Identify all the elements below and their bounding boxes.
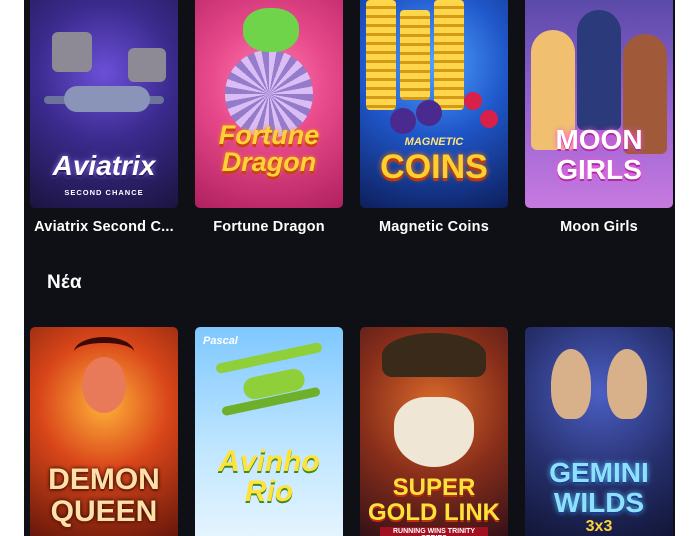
game-thumbnail[interactable]: Pascal Avinho Rio: [195, 327, 343, 536]
games-row-new: DEMON QUEEN Pascal Avinho Rio SUPER GOLD…: [30, 327, 673, 536]
character-icon: [551, 349, 591, 419]
plum-icon: [416, 100, 442, 126]
game-logo: SUPER GOLD LINK: [368, 473, 500, 526]
game-logo: Aviatrix: [52, 150, 156, 181]
game-card-magnetic-coins[interactable]: MAGNETIC COINS Magnetic Coins: [360, 0, 508, 235]
plane-icon: [64, 86, 150, 112]
game-logo-sub: MAGNETIC: [404, 136, 464, 148]
game-logo: DEMON QUEEN: [48, 463, 160, 528]
game-card-fortune-dragon[interactable]: Fortune Dragon Fortune Dragon: [195, 0, 343, 235]
game-logo-sub: 3x3: [585, 518, 613, 535]
character-icon: [394, 397, 474, 467]
game-logo-sub: SECOND CHANCE: [64, 187, 144, 197]
game-logo: MOON GIRLS: [555, 124, 643, 185]
game-thumbnail[interactable]: GEMINI WILDS 3x3: [525, 327, 673, 536]
dragon-icon: [243, 8, 299, 52]
games-row-top: Aviatrix SECOND CHANCE Aviatrix Second C…: [30, 0, 673, 235]
game-title[interactable]: Aviatrix Second C...: [30, 219, 178, 235]
game-logo: COINS: [380, 148, 488, 186]
game-thumbnail[interactable]: Fortune Dragon: [195, 0, 343, 208]
character-icon: [607, 349, 647, 419]
crate-icon: [128, 48, 166, 82]
plum-icon: [390, 108, 416, 134]
game-thumbnail[interactable]: Aviatrix SECOND CHANCE: [30, 0, 178, 208]
game-card-avinho-rio[interactable]: Pascal Avinho Rio: [195, 327, 343, 536]
cherry-icon: [480, 110, 498, 128]
hat-icon: [382, 333, 486, 377]
cherry-icon: [464, 92, 482, 110]
coin-stack-icon: [434, 0, 464, 110]
game-card-super-gold-link[interactable]: SUPER GOLD LINK RUNNING WINS TRINITY SER…: [360, 327, 508, 536]
game-logo: GEMINI WILDS: [549, 457, 649, 518]
game-card-gemini-wilds[interactable]: GEMINI WILDS 3x3: [525, 327, 673, 536]
crate-icon: [52, 32, 92, 72]
game-card-aviatrix[interactable]: Aviatrix SECOND CHANCE Aviatrix Second C…: [30, 0, 178, 235]
game-card-moon-girls[interactable]: MOON GIRLS Moon Girls: [525, 0, 673, 235]
provider-logo: Pascal: [203, 335, 238, 347]
game-logo: Avinho Rio: [218, 445, 320, 508]
game-thumbnail[interactable]: DEMON QUEEN: [30, 327, 178, 536]
game-thumbnail[interactable]: SUPER GOLD LINK RUNNING WINS TRINITY SER…: [360, 327, 508, 536]
game-title[interactable]: Moon Girls: [525, 219, 673, 235]
game-logo-sub: RUNNING WINS TRINITY SERIES: [380, 527, 488, 536]
game-thumbnail[interactable]: MOON GIRLS: [525, 0, 673, 208]
game-thumbnail[interactable]: MAGNETIC COINS: [360, 0, 508, 208]
games-panel: Aviatrix SECOND CHANCE Aviatrix Second C…: [24, 0, 675, 536]
game-title[interactable]: Fortune Dragon: [195, 219, 343, 235]
coin-stack-icon: [400, 10, 430, 100]
section-title-new: Νέα: [47, 272, 82, 293]
character-icon: [82, 357, 126, 413]
character-icon: [577, 10, 621, 130]
game-card-demon-queen[interactable]: DEMON QUEEN: [30, 327, 178, 536]
coin-stack-icon: [366, 0, 396, 110]
game-logo: Fortune Dragon: [218, 120, 320, 177]
game-title[interactable]: Magnetic Coins: [360, 219, 508, 235]
